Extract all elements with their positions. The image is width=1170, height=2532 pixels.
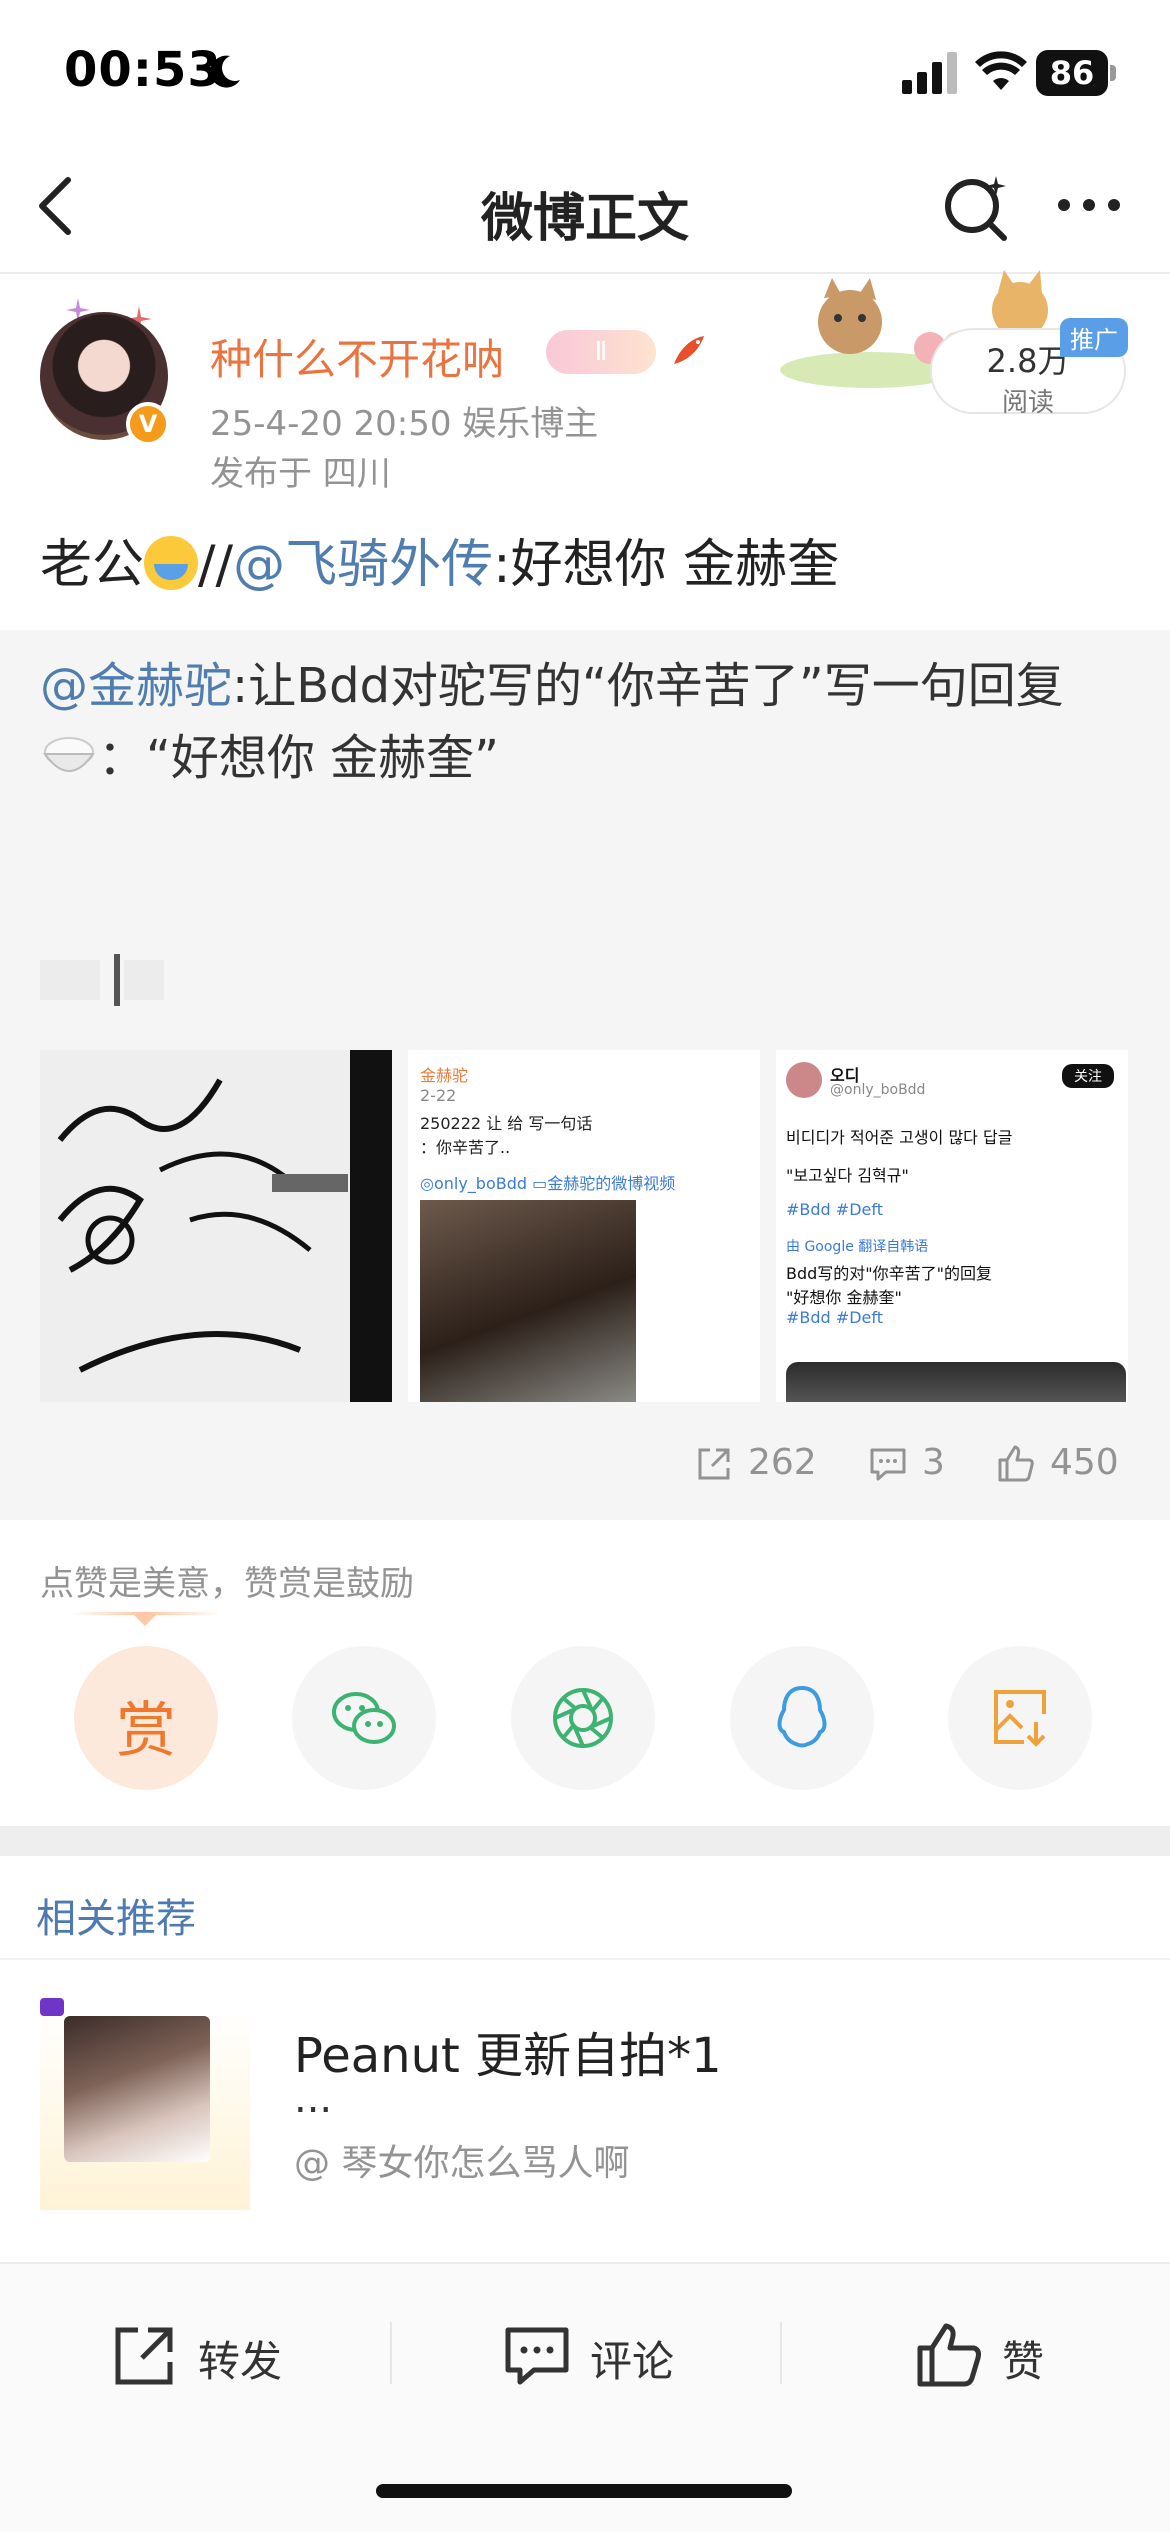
comment-count-value: 3 (922, 1442, 945, 1483)
like-button[interactable]: 赞 (914, 2314, 1074, 2394)
author-name[interactable]: 种什么不开花呐 (210, 326, 504, 387)
repost-text: @金赫驼:让Bdd对驼写的“你辛苦了”写一句回复 ：“好想你 金赫奎” (40, 650, 1130, 794)
related-item-ellipsis: ... (294, 2076, 333, 2122)
tag-icon (40, 1998, 64, 2016)
crying-emoji-icon (144, 536, 199, 590)
post-body-separator: // (198, 535, 234, 595)
repost-count[interactable]: 262 (694, 1436, 834, 1496)
status-time: 00:53 (64, 42, 222, 98)
related-item-author: @ 琴女你怎么骂人啊 (294, 2143, 630, 2184)
koi-fish-icon (674, 336, 704, 364)
screenshot-handle: @only_boBdd (830, 1082, 926, 1098)
comment-label: 评论 (590, 2337, 675, 2386)
share-icon (115, 2327, 173, 2385)
verified-badge-icon: V (126, 402, 170, 446)
status-bar: 00:53 86 (0, 0, 1170, 140)
post-body-text: :好想你 金赫奎 (493, 535, 840, 595)
battery-indicator: 86 (1036, 50, 1116, 96)
screenshot-line: 250222 让 给 写一句话 (420, 1114, 593, 1133)
avatar (786, 1062, 822, 1098)
mention-link[interactable]: @飞骑外传 (233, 535, 493, 595)
repost-count-value: 262 (748, 1442, 817, 1483)
toolbar-separator (780, 2322, 782, 2384)
share-wechat-button[interactable] (292, 1646, 436, 1790)
screenshot-line: #Bdd #Deft (786, 1200, 883, 1219)
thumbs-up-icon (998, 1445, 1034, 1482)
related-title: 相关推荐 (36, 1896, 196, 1942)
post-body: 老公 //@飞骑外传:好想你 金赫奎 (40, 522, 839, 597)
comment-icon (505, 2327, 569, 2385)
image-preview (786, 1362, 1126, 1402)
repost-mention-link[interactable]: @金赫驼 (40, 658, 232, 714)
reposted-card[interactable]: @金赫驼:让Bdd对驼写的“你辛苦了”写一句回复 ：“好想你 金赫奎” 金赫驼 … (0, 630, 1170, 1520)
thumbs-up-icon (917, 2323, 981, 2387)
reward-label: 赏 (116, 1696, 176, 1766)
divider (0, 1958, 1170, 1960)
share-icon (698, 1448, 730, 1480)
reward-hint: 点赞是美意，赞赏是鼓励 (40, 1564, 414, 1604)
save-image-icon (994, 1690, 1046, 1747)
image-thumbnail[interactable]: 金赫驼 2-22 250222 让 给 写一句话 ：你辛苦了.. ◎only_b… (408, 1050, 760, 1402)
post-location: 发布于 四川 (210, 454, 391, 494)
screenshot-line: "好想你 金赫奎" (786, 1288, 902, 1307)
read-label: 阅读 (1001, 388, 1054, 418)
comment-button[interactable]: 评论 (502, 2314, 702, 2394)
repost-button[interactable]: 转发 (110, 2314, 310, 2394)
member-badge: Ⅱ (546, 330, 656, 374)
repost-text-line1: :让Bdd对驼写的“你辛苦了”写一句回复 (232, 658, 1064, 714)
reward-caret (133, 1614, 157, 1626)
video-still-image (420, 1200, 636, 1402)
repost-text-line2: ：“好想你 金赫奎” (98, 730, 499, 786)
screenshot-line: 由 Google 翻译自韩语 (786, 1239, 929, 1255)
toolbar-separator (390, 2322, 392, 2384)
share-moments-button[interactable] (511, 1646, 655, 1790)
reward-button[interactable]: 赏 (74, 1646, 218, 1790)
image-grid: 金赫驼 2-22 250222 让 给 写一句话 ：你辛苦了.. ◎only_b… (40, 1050, 1130, 1402)
screenshot-line: "보고싶다 김혁규" (786, 1166, 909, 1185)
post-meta: 25-4-20 20:50 娱乐博主 (210, 404, 599, 444)
video-progress-icon (40, 954, 164, 1006)
share-qq-button[interactable] (730, 1646, 874, 1790)
save-image-button[interactable] (948, 1646, 1092, 1790)
repost-stats: 262 3 450 (0, 1436, 1170, 1496)
comment-count[interactable]: 3 (868, 1436, 958, 1496)
moon-icon (210, 55, 240, 88)
signal-icon (902, 52, 957, 94)
like-count[interactable]: 450 (996, 1436, 1136, 1496)
like-label: 赞 (1002, 2337, 1045, 2386)
promo-tag: 推广 (1060, 318, 1128, 357)
related-item-title: Peanut 更新自拍*1 (294, 2028, 722, 2084)
search-icon[interactable] (940, 170, 1014, 244)
signed-jersey-image (40, 1050, 392, 1402)
wifi-icon (975, 51, 1027, 90)
follow-badge: 关注 (1062, 1064, 1114, 1088)
wechat-icon (332, 1692, 396, 1744)
home-indicator (376, 2484, 792, 2498)
nav-bar: 微博正文 (0, 140, 1170, 274)
post-body-prefix: 老公 (40, 535, 145, 595)
image-thumbnail[interactable] (40, 1050, 392, 1402)
screenshot-line: #Bdd #Deft (786, 1308, 883, 1327)
moments-icon (553, 1688, 613, 1748)
screenshot-line: ◎only_boBdd ▭金赫驼的微博视频 (420, 1174, 676, 1193)
screenshot-line: 비디디가 적어준 고생이 많다 답글 (786, 1128, 1013, 1147)
more-icon[interactable] (1054, 180, 1124, 230)
like-count-value: 450 (1050, 1442, 1119, 1483)
related-thumbnail (40, 1998, 250, 2210)
screenshot-date: 2-22 (420, 1086, 457, 1105)
section-divider (0, 1826, 1170, 1856)
repost-label: 转发 (198, 2337, 283, 2386)
screenshot-author: 金赫驼 (420, 1066, 469, 1085)
image-thumbnail[interactable]: 오디 @only_boBdd 关注 비디디가 적어준 고생이 많다 답글 "보고… (776, 1050, 1128, 1402)
related-item[interactable]: Peanut 更新自拍*1 ... @ 琴女你怎么骂人啊 (0, 1990, 1170, 2220)
qq-icon (777, 1686, 827, 1748)
rice-bowl-icon (43, 737, 95, 772)
battery-level: 86 (1036, 50, 1108, 96)
related-photo (64, 2016, 210, 2162)
screenshot-line: Bdd写的对"你辛苦了"的回复 (786, 1264, 993, 1283)
comment-icon (870, 1448, 906, 1481)
screenshot-line: ：你辛苦了.. (420, 1138, 511, 1157)
battery-tip (1110, 65, 1116, 81)
